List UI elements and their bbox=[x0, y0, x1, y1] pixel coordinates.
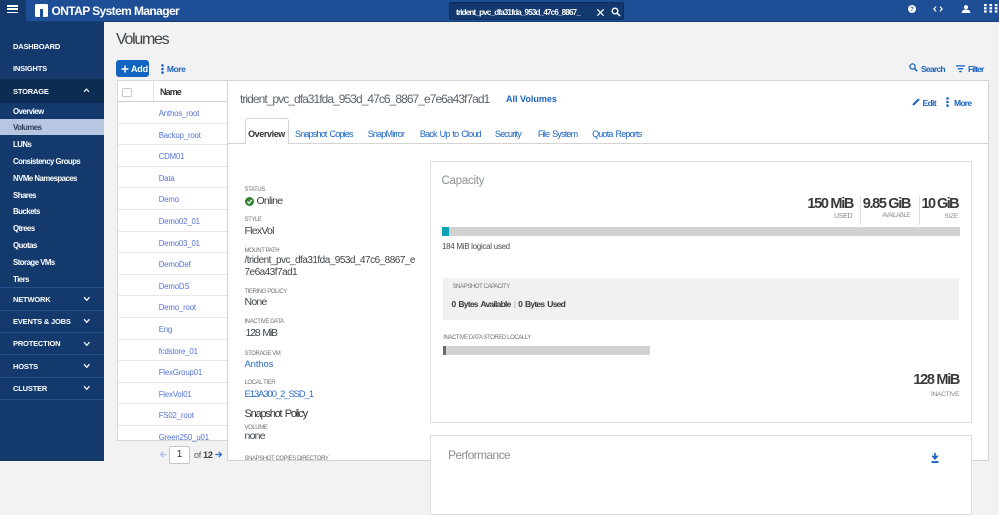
svg-text:?: ? bbox=[910, 7, 914, 13]
